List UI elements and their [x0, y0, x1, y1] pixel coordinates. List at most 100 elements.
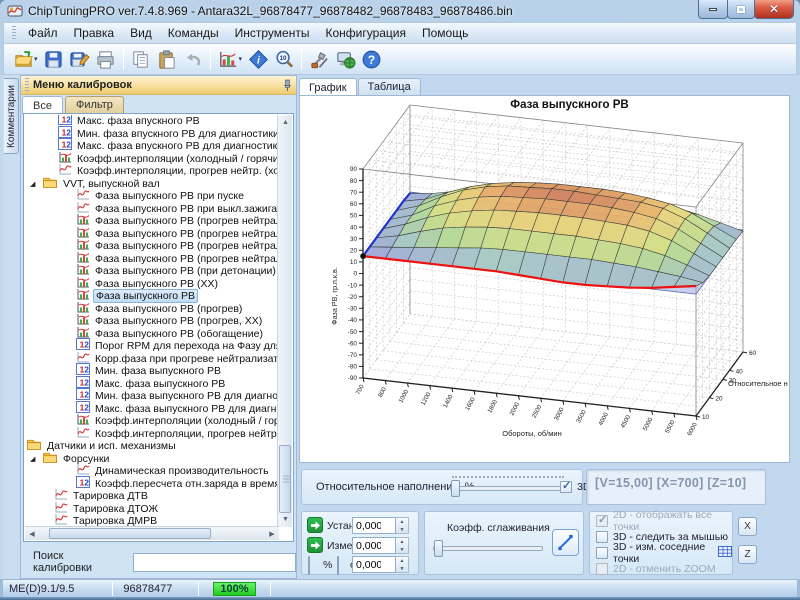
- tree-item[interactable]: Динамическая производительность: [24, 465, 277, 478]
- search-input[interactable]: [133, 553, 296, 572]
- tree-folder[interactable]: ◢VVT, выпускной вал: [24, 178, 277, 191]
- tree-horizontal-scrollbar[interactable]: ◀ ▶: [25, 526, 279, 540]
- set-value-spinner[interactable]: ▲▼: [396, 517, 409, 534]
- tab-comments[interactable]: Комментарии: [4, 78, 19, 154]
- tab-filter[interactable]: Фильтр: [65, 96, 124, 113]
- tree-item[interactable]: Фаза выпускного РВ (прогрев): [24, 303, 277, 316]
- undo-button[interactable]: [180, 46, 206, 72]
- print-button[interactable]: [93, 46, 119, 72]
- tree-folder[interactable]: ◢Форсунки: [24, 453, 277, 466]
- relative-value-spinner[interactable]: ▲▼: [396, 556, 409, 573]
- pin-icon[interactable]: [283, 79, 292, 92]
- option-checkbox[interactable]: [596, 531, 608, 543]
- copy-button[interactable]: [128, 46, 154, 72]
- interpolate-button[interactable]: [552, 529, 579, 556]
- tools-button[interactable]: [306, 46, 332, 72]
- tab-graph[interactable]: График: [299, 78, 357, 96]
- fill-slider-thumb[interactable]: [451, 480, 460, 497]
- option-checkbox[interactable]: [596, 547, 608, 559]
- tree-item[interactable]: 12Порог RPM для перехода на Фазу для реж…: [24, 340, 277, 353]
- paste-button[interactable]: [154, 46, 180, 72]
- minimize-button[interactable]: [698, 0, 728, 19]
- tab-table[interactable]: Таблица: [358, 78, 421, 95]
- change-value-spinner[interactable]: ▲▼: [396, 537, 409, 554]
- tree-item[interactable]: Фаза выпускного РВ (прогрев нейтрализато…: [24, 215, 277, 228]
- vertical-scroll-thumb[interactable]: [279, 445, 291, 513]
- menu-item-вид[interactable]: Вид: [122, 24, 160, 42]
- apply-set-button[interactable]: [307, 517, 323, 533]
- smoothing-slider-track[interactable]: [433, 546, 543, 551]
- surface-chart[interactable]: -90-80-70-60-50-40-30-20-100102030405060…: [300, 96, 789, 462]
- fill-control-group: Относительное наполнение, %: [301, 469, 583, 505]
- tree-item[interactable]: 12Макс. фаза выпускного РВ для диагности…: [24, 403, 277, 416]
- tree-item-label: Макс. фаза впускного РВ для диагностики: [75, 140, 277, 152]
- tree-folder[interactable]: ◢Датчики и исп. механизмы: [24, 440, 277, 453]
- x-axis-button[interactable]: X: [738, 517, 757, 536]
- z-axis-button[interactable]: Z: [738, 545, 757, 564]
- tree-item[interactable]: Коэфф.интерполяции, прогрев нейтр. (холо…: [24, 165, 277, 178]
- chart-area[interactable]: Фаза выпускного РВ -90-80-70-60-50-40-30…: [299, 95, 790, 463]
- tree-item[interactable]: Коэфф.интерполяции, прогрев нейтр. (холо…: [24, 428, 277, 441]
- mode-3d-checkbox[interactable]: [560, 481, 572, 493]
- tree-item[interactable]: Фаза выпускного РВ при пуске: [24, 190, 277, 203]
- horizontal-scroll-thumb[interactable]: [49, 528, 211, 539]
- menu-item-правка[interactable]: Правка: [66, 24, 123, 42]
- tree-item[interactable]: Фаза выпускного РВ (при детонации): [24, 265, 277, 278]
- relative-value-input[interactable]: [352, 556, 396, 573]
- chevron-down-icon[interactable]: ▾: [239, 55, 243, 63]
- menu-item-команды[interactable]: Команды: [160, 24, 227, 42]
- tree-item[interactable]: Фаза выпускного РВ (обогащение): [24, 328, 277, 341]
- scroll-left-icon[interactable]: ◀: [25, 527, 39, 540]
- save-button[interactable]: [41, 46, 67, 72]
- expand-arrow-icon[interactable]: ◢: [30, 180, 35, 188]
- menu-item-помощь[interactable]: Помощь: [414, 24, 476, 42]
- tree-item[interactable]: Фаза выпускного РВ при выкл.зажигания: [24, 203, 277, 216]
- scroll-right-icon[interactable]: ▶: [265, 527, 279, 540]
- panel-header[interactable]: Меню калибровок: [21, 76, 296, 95]
- display-options-group: 2D - отображать все точки3D - следить за…: [589, 511, 733, 575]
- smoothing-slider-thumb[interactable]: [434, 540, 443, 557]
- scroll-up-icon[interactable]: ▲: [278, 115, 293, 130]
- relative-checkbox[interactable]: [337, 556, 339, 575]
- chart-button[interactable]: [215, 46, 241, 72]
- tree-item[interactable]: Фаза выпускного РВ: [24, 290, 277, 303]
- green-arrow-icon: [310, 540, 321, 551]
- tree-item[interactable]: Фаза выпускного РВ (прогрев нейтрал., ХХ…: [24, 253, 277, 266]
- tree-item[interactable]: 12Мин. фаза выпускного РВ: [24, 365, 277, 378]
- tab-all[interactable]: Все: [22, 96, 63, 114]
- change-value-input[interactable]: [352, 537, 396, 554]
- title-bar[interactable]: ChipTuningPRO ver.7.4.8.969 - Antara32L_…: [0, 0, 800, 22]
- save-as-button[interactable]: [67, 46, 93, 72]
- tree-item[interactable]: 12Макс. фаза выпускного РВ: [24, 378, 277, 391]
- tree-item[interactable]: Фаза выпускного РВ (прогрев, ХХ): [24, 315, 277, 328]
- info-button[interactable]: i: [245, 46, 271, 72]
- tree-vertical-scrollbar[interactable]: ▲ ▼: [277, 115, 292, 527]
- close-button[interactable]: ✕: [754, 0, 794, 19]
- percent-checkbox[interactable]: [308, 556, 310, 575]
- tree-item[interactable]: Фаза выпускного РВ (ХХ): [24, 278, 277, 291]
- maximize-button[interactable]: [727, 0, 755, 19]
- tree-item[interactable]: Фаза выпускного РВ (прогрев нейтрал., ХХ…: [24, 240, 277, 253]
- grid-icon[interactable]: [718, 544, 732, 562]
- network-button[interactable]: [332, 46, 358, 72]
- undo-icon: [182, 49, 203, 70]
- menu-item-инструменты[interactable]: Инструменты: [227, 24, 318, 42]
- tree-item-label: Коэфф.интерполяции, прогрев нейтр. (холо…: [75, 165, 277, 177]
- open-folder-button[interactable]: [10, 46, 36, 72]
- tree-item[interactable]: Фаза выпускного РВ (прогрев нейтрал., хо…: [24, 228, 277, 241]
- scroll-down-icon[interactable]: ▼: [278, 512, 293, 527]
- expand-arrow-icon[interactable]: ◢: [30, 455, 35, 463]
- tree-item[interactable]: Корр.фаза при прогреве нейтрализатора: [24, 353, 277, 366]
- firmware-id: 96878477: [123, 583, 172, 595]
- apply-change-button[interactable]: [307, 537, 323, 553]
- fill-slider-track[interactable]: [450, 486, 566, 491]
- menu-item-конфигурация[interactable]: Конфигурация: [317, 24, 414, 42]
- zoom-10-button[interactable]: 10: [271, 46, 297, 72]
- tree-item[interactable]: 12Мин. фаза выпускного РВ для диагностик…: [24, 390, 277, 403]
- chevron-down-icon[interactable]: ▾: [34, 55, 38, 63]
- tree-item[interactable]: Коэфф.интерполяции (холодный / горячий ): [24, 415, 277, 428]
- menu-item-файл[interactable]: Файл: [20, 24, 66, 42]
- set-value-input[interactable]: [352, 517, 396, 534]
- help-button[interactable]: ?: [358, 46, 384, 72]
- tree-item-label: Коэфф.интерполяции, прогрев нейтр. (холо…: [93, 428, 277, 440]
